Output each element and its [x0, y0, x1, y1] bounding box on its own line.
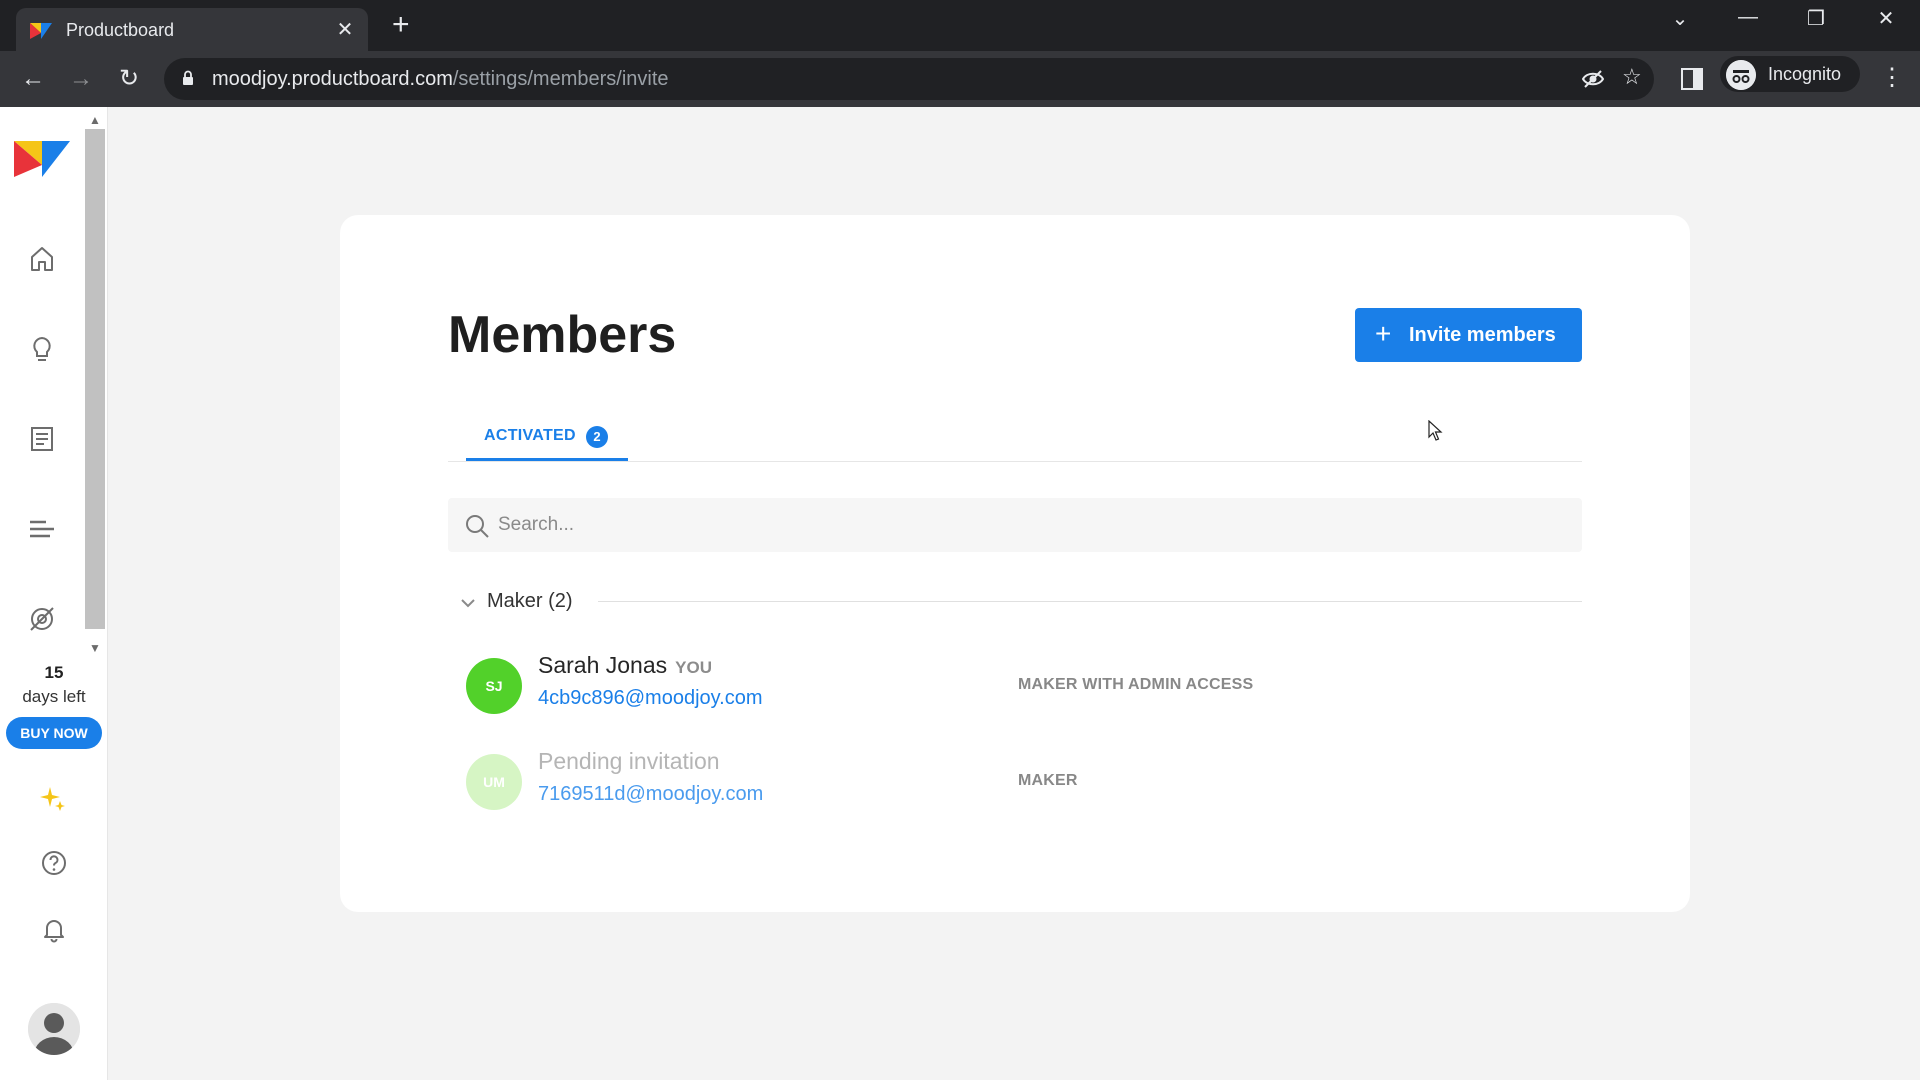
scrollbar-thumb[interactable] [85, 129, 105, 629]
member-name-text: Sarah Jonas [538, 652, 668, 678]
tab-close-icon[interactable]: ✕ [334, 17, 356, 42]
member-search[interactable] [448, 498, 1582, 552]
url-domain: moodjoy.productboard.com [212, 68, 453, 90]
sidebar-scrollbar[interactable]: ▲ ▼ [85, 114, 105, 655]
pending-invitation-label: Pending invitation [538, 748, 720, 774]
group-maker-label[interactable]: Maker (2) [487, 590, 573, 613]
member-role[interactable]: MAKER [1018, 772, 1078, 790]
search-input[interactable] [498, 498, 1568, 552]
tabs-divider [448, 461, 1582, 462]
user-avatar[interactable] [28, 1003, 80, 1055]
trial-days-count: 15 [44, 663, 64, 682]
forward-button[interactable]: → [66, 65, 96, 95]
url-path: /settings/members/invite [452, 68, 669, 90]
tab-activated-label: ACTIVATED [484, 427, 576, 444]
trial-days-label: days left [22, 687, 86, 706]
help-icon[interactable] [38, 847, 70, 879]
member-avatar: UM [466, 754, 522, 810]
member-email-link[interactable]: 4cb9c896@moodjoy.com [538, 687, 763, 710]
browser-menu-icon[interactable]: ⋮ [1880, 63, 1904, 92]
page-title: Members [448, 306, 677, 364]
roadmap-icon[interactable] [26, 513, 58, 545]
member-name: Sarah Jonas YOU [538, 652, 712, 679]
close-window-button[interactable]: ✕ [1866, 6, 1906, 31]
group-divider [598, 601, 1582, 602]
member-role[interactable]: MAKER WITH ADMIN ACCESS [1018, 676, 1253, 694]
browser-toolbar: ← → ↻ moodjoy.productboard.com/settings/… [0, 51, 1920, 107]
app-sidebar: ▲ ▼ 15 days left BUY NOW [0, 107, 108, 1080]
new-tab-button[interactable]: + [392, 10, 410, 40]
invite-members-label: Invite members [1409, 324, 1556, 346]
url-text[interactable]: moodjoy.productboard.com/settings/member… [212, 68, 669, 91]
search-icon [466, 515, 489, 538]
productboard-logo[interactable] [14, 137, 70, 181]
mouse-cursor-icon [1428, 420, 1443, 441]
scroll-down-arrow-icon[interactable]: ▼ [89, 642, 101, 654]
lock-icon[interactable] [182, 70, 194, 86]
tab-title: Productboard [66, 20, 175, 40]
browser-tab[interactable]: Productboard ✕ [16, 8, 368, 51]
tab-activated[interactable]: ACTIVATED 2 [466, 420, 628, 462]
scroll-up-arrow-icon[interactable]: ▲ [89, 114, 101, 126]
restore-button[interactable]: ❐ [1796, 6, 1836, 31]
productboard-favicon-icon [30, 23, 52, 39]
member-row-pending: UM Pending invitation 7169511d@moodjoy.c… [466, 748, 1566, 818]
bookmark-star-icon[interactable]: ☆ [1622, 64, 1642, 90]
insights-lightbulb-icon[interactable] [26, 333, 58, 365]
you-badge: YOU [675, 658, 712, 677]
invite-members-button[interactable]: + Invite members [1355, 308, 1582, 362]
tab-activated-count-badge: 2 [586, 426, 608, 448]
home-icon[interactable] [26, 243, 58, 275]
minimize-button[interactable]: — [1728, 6, 1768, 29]
sparkle-icon[interactable] [38, 783, 70, 815]
incognito-indicator[interactable]: Incognito [1720, 56, 1860, 92]
browser-tab-bar: Productboard ✕ + ⌄ — ❐ ✕ [0, 0, 1920, 51]
side-panel-icon[interactable] [1681, 68, 1703, 90]
features-board-icon[interactable] [26, 423, 58, 455]
notifications-bell-icon[interactable] [38, 913, 70, 945]
buy-now-button[interactable]: BUY NOW [6, 717, 102, 749]
incognito-label: Incognito [1768, 64, 1842, 84]
member-avatar: SJ [466, 658, 522, 714]
incognito-icon [1726, 60, 1756, 90]
reload-button[interactable]: ↻ [114, 65, 144, 95]
eye-slash-icon[interactable] [1582, 68, 1604, 90]
chevron-down-icon[interactable] [458, 593, 478, 613]
back-button[interactable]: ← [18, 65, 48, 95]
plus-icon: + [1375, 318, 1392, 349]
objectives-target-icon[interactable] [26, 603, 58, 635]
members-card: Members + Invite members ACTIVATED 2 Mak… [340, 215, 1690, 912]
tab-search-dropdown-icon[interactable]: ⌄ [1660, 6, 1700, 31]
address-bar[interactable]: moodjoy.productboard.com/settings/member… [164, 58, 1654, 100]
member-email-link[interactable]: 7169511d@moodjoy.com [538, 783, 763, 806]
member-row: SJ Sarah Jonas YOU 4cb9c896@moodjoy.com M… [466, 652, 1566, 722]
